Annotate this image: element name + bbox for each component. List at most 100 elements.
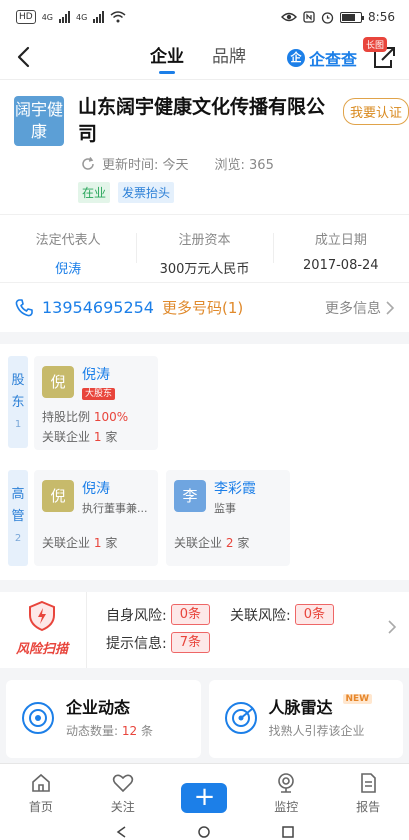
eye-icon: [281, 12, 298, 22]
major-shareholder-badge: 大股东: [82, 388, 116, 400]
tab-report[interactable]: 报告: [327, 764, 409, 823]
tab-monitor[interactable]: 监控: [245, 764, 327, 823]
back-icon[interactable]: [12, 44, 38, 70]
avatar: 李: [174, 480, 206, 512]
certify-button[interactable]: 我要认证: [342, 98, 409, 125]
report-icon: [361, 773, 376, 793]
legal-rep-column: 法定代表人 倪涛: [0, 215, 136, 282]
founded-column: 成立日期 2017-08-24: [272, 215, 409, 282]
capital-value: 300万元人民币: [159, 262, 250, 277]
system-nav-icons: [116, 826, 294, 838]
status-badge: 在业: [78, 182, 111, 203]
nav-bar: 企业 品牌 企 企查查 长图: [0, 34, 409, 80]
shareholder-card[interactable]: 倪 倪涛 大股东 持股比例 100% 关联企业 1 家: [34, 356, 158, 450]
shareholder-name[interactable]: 倪涛: [82, 364, 110, 384]
share-ratio-label: 持股比例: [42, 410, 91, 424]
notice-info[interactable]: 提示信息: 7条: [106, 632, 210, 653]
shareholder-side-label[interactable]: 股 东 1: [8, 356, 28, 448]
risk-scan-logo: 风险扫描: [10, 600, 74, 660]
enterprise-news-card[interactable]: 企业动态 动态数量: 12 条: [6, 680, 201, 758]
related-label: 关联企业: [174, 536, 223, 550]
related-unit: 家: [105, 430, 118, 444]
executive-name[interactable]: 李彩霞: [214, 478, 256, 498]
self-risk[interactable]: 自身风险: 0条: [106, 604, 210, 625]
risk-scan-section[interactable]: 风险扫描 自身风险: 0条 关联风险: 0条 提示信息: 7条: [0, 592, 409, 668]
news-count-label: 动态数量:: [66, 724, 119, 738]
phone-number-link[interactable]: 13954695254: [42, 298, 154, 317]
signal-icon: [59, 11, 70, 23]
related-count: 2: [225, 536, 234, 550]
tab-follow[interactable]: 关注: [82, 764, 164, 823]
nav-tabs: 企业 品牌: [150, 34, 246, 80]
avatar: 倪: [42, 366, 74, 398]
risk-scan-title: 风险扫描: [15, 642, 68, 657]
radar-icon: [224, 702, 257, 734]
network-type-1: 4G: [41, 12, 53, 22]
contact-radar-card[interactable]: 人脉雷达 NEW 找熟人引荐该企业: [208, 680, 403, 758]
radar-subtitle: 找熟人引荐该企业: [268, 724, 365, 738]
related-count: 1: [93, 536, 102, 550]
quick-cards: 企业动态 动态数量: 12 条 人脉雷达 NEW 找熟人引荐该企业: [0, 680, 409, 758]
network-type-2: 4G: [76, 12, 88, 22]
long-image-badge[interactable]: 长图: [362, 37, 387, 52]
people-section: 股 东 1 倪 倪涛 大股东 持股比例 100% 关联企业 1 家 高 管 2 …: [0, 344, 409, 580]
related-label: 关联企业: [42, 430, 91, 444]
plus-button[interactable]: +: [181, 783, 228, 813]
battery-icon: [340, 11, 365, 23]
legal-rep-label: 法定代表人: [35, 233, 101, 248]
qcc-logo-icon: 企: [287, 49, 305, 67]
avatar: 倪: [42, 480, 74, 512]
more-info-link[interactable]: 更多信息: [325, 298, 395, 318]
related-label: 关联企业: [42, 536, 91, 550]
self-risk-label: 自身风险:: [106, 607, 167, 624]
home-icon: [32, 773, 50, 792]
side-label-char: 股: [11, 373, 25, 388]
more-numbers-link[interactable]: 更多号码(1): [162, 297, 243, 318]
broadcast-icon: [22, 702, 54, 734]
news-count: 动态数量: 12 条: [66, 722, 153, 739]
registration-info: 法定代表人 倪涛 注册资本 300万元人民币 成立日期 2017-08-24: [0, 214, 409, 282]
executive-role: 执行董事兼...: [82, 502, 148, 515]
news-count-value: 12: [121, 724, 138, 738]
status-tags: 在业 发票抬头: [78, 182, 175, 203]
tab-enterprise[interactable]: 企业: [150, 34, 184, 80]
update-row: 更新时间: 今天 浏览: 365: [80, 154, 274, 173]
divider: [86, 592, 87, 668]
executive-role: 监事: [214, 502, 236, 515]
company-header: 阔宇健康 山东阔宇健康文化传播有限公司 我要认证 更新时间: 今天 浏览: 36…: [0, 80, 409, 214]
related-risk[interactable]: 关联风险: 0条: [230, 604, 334, 625]
phone-icon[interactable]: [14, 298, 34, 318]
hd-indicator: HD: [16, 10, 36, 24]
related-risk-label: 关联风险:: [230, 607, 291, 624]
legal-rep-link[interactable]: 倪涛: [0, 258, 136, 277]
executive-card[interactable]: 李 李彩霞 监事 关联企业 2 家: [166, 470, 290, 566]
notice-value: 7条: [170, 632, 210, 653]
related-companies: 关联企业 1 家: [42, 534, 117, 551]
system-navigation-bar: [0, 823, 409, 840]
invoice-title-tag[interactable]: 发票抬头: [118, 182, 175, 203]
executive-side-label[interactable]: 高 管 2: [8, 470, 28, 566]
notice-label: 提示信息:: [106, 635, 167, 652]
radar-title: 人脉雷达: [268, 698, 333, 717]
chevron-right-icon: [386, 301, 395, 315]
executive-name[interactable]: 倪涛: [82, 478, 110, 498]
new-badge: NEW: [342, 694, 373, 704]
founded-label: 成立日期: [314, 233, 367, 248]
shield-icon: [29, 600, 55, 632]
tab-home[interactable]: 首页: [0, 764, 82, 823]
refresh-icon[interactable]: [80, 156, 96, 172]
news-count-unit: 条: [140, 724, 153, 738]
side-label-char: 东: [11, 395, 25, 410]
executive-card[interactable]: 倪 倪涛 执行董事兼... 关联企业 1 家: [34, 470, 158, 566]
brand-logo: 企 企查查: [287, 46, 357, 70]
related-risk-value: 0条: [294, 604, 334, 625]
related-companies: 关联企业 2 家: [174, 534, 249, 551]
news-title: 企业动态: [66, 698, 131, 717]
brand-name: 企查查: [309, 50, 358, 69]
tab-plus[interactable]: +: [164, 764, 246, 823]
nfc-icon: [303, 11, 315, 23]
signal-icon-2: [93, 11, 105, 23]
tab-home-label: 首页: [28, 800, 53, 814]
tab-report-label: 报告: [356, 800, 381, 814]
tab-brand[interactable]: 品牌: [212, 34, 246, 80]
